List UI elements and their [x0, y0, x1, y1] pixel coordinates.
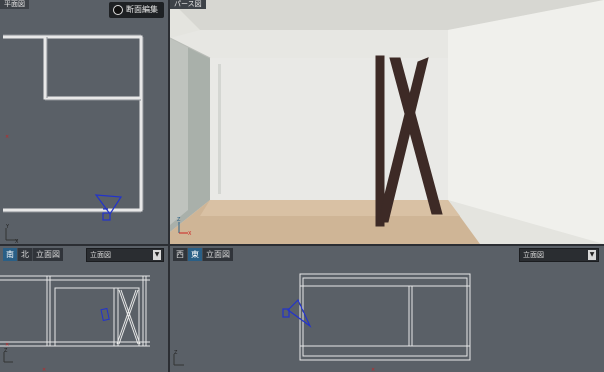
axis-z-label-left: Z — [4, 348, 8, 354]
elevation-left-drawing: Z × × — [0, 275, 150, 372]
elevation-right-pane[interactable]: 西 東 立面図 立面図 ▼ Z × — [170, 246, 604, 372]
plan-walls — [3, 35, 143, 212]
svg-text:×: × — [42, 367, 46, 372]
elevation-right-drawing: Z × — [173, 273, 471, 372]
elevation-left-origin-marker: × — [5, 342, 9, 348]
plan-drawing: Y X × — [3, 34, 144, 244]
axis-indicator: Y X — [5, 224, 19, 244]
axis-z-label-right: Z — [174, 350, 178, 356]
axis-z-label: Z — [177, 217, 181, 223]
perspective-render: Z X — [170, 0, 604, 244]
camera-icon-left — [100, 307, 110, 322]
axis-y-label: Y — [5, 224, 10, 230]
camera-icon-right — [282, 298, 312, 328]
perspective-view-label: パース図 — [170, 0, 206, 9]
perspective-view-pane[interactable]: Z X パース図 — [170, 0, 604, 244]
elevation-right-origin-marker: × — [371, 367, 375, 372]
axis-x-label-perspective: X — [188, 231, 192, 237]
axis-x-label: X — [15, 239, 19, 244]
elevation-left-pane[interactable]: 南 北 立面図 立面図 ▼ Z × × — [0, 246, 168, 372]
plan-view-pane[interactable]: 平面図 断面編集 Y X × — [0, 0, 168, 244]
camera-icon — [94, 194, 123, 221]
plan-origin-marker: × — [5, 134, 9, 140]
